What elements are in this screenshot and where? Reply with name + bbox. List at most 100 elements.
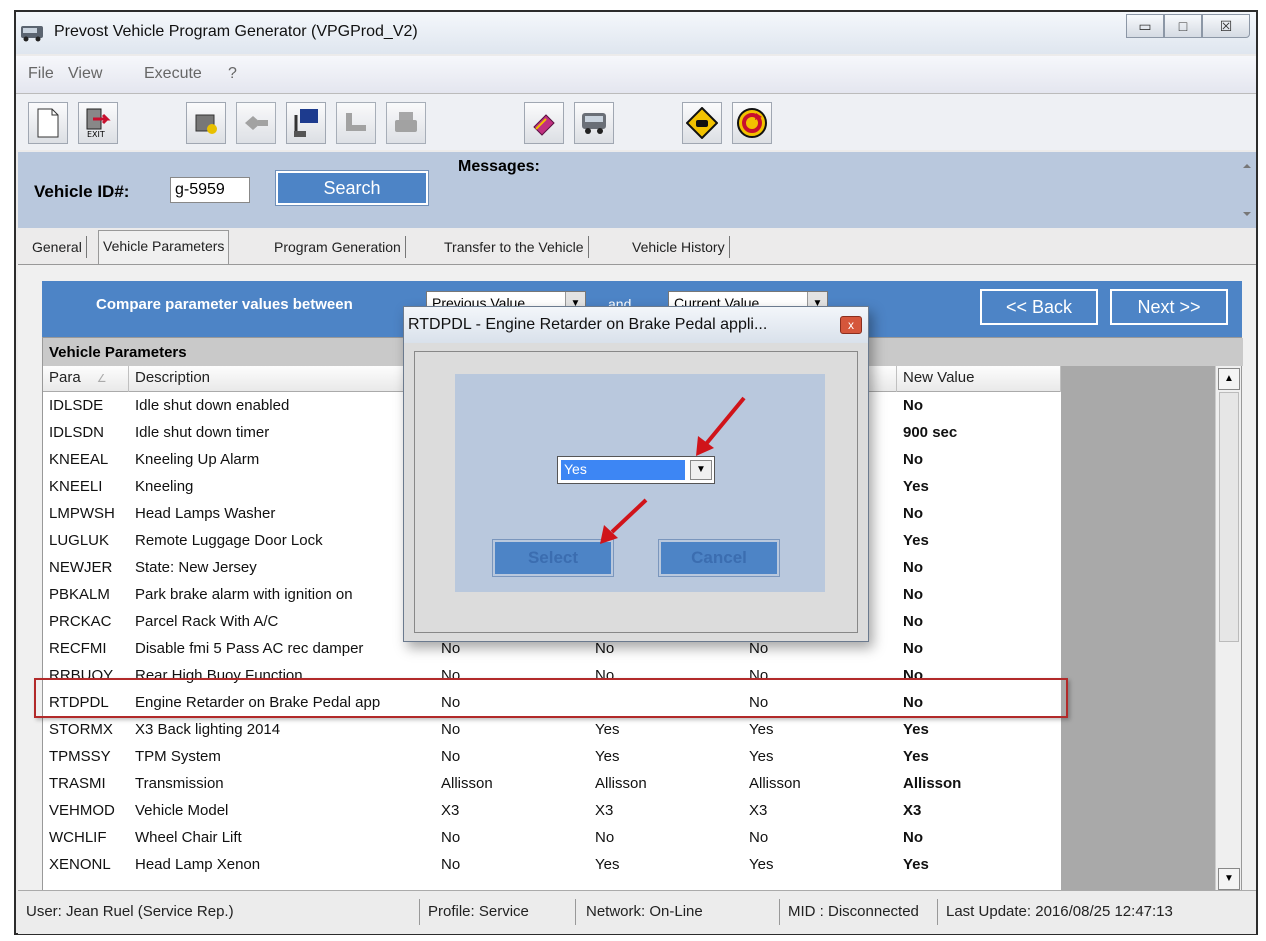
new-document-button[interactable] bbox=[28, 102, 68, 144]
cell-new-value: No bbox=[903, 451, 923, 468]
cell-description: TPM System bbox=[135, 748, 221, 765]
cell-value-b: Yes bbox=[595, 748, 620, 765]
search-button[interactable]: Search bbox=[275, 170, 429, 206]
cell-description: Park brake alarm with ignition on bbox=[135, 586, 353, 603]
refresh-button[interactable] bbox=[732, 102, 772, 144]
tab-transfer-to-vehicle[interactable]: Transfer to the Vehicle bbox=[440, 236, 589, 258]
cell-value-b: Yes bbox=[595, 721, 620, 738]
title-bar: Prevost Vehicle Program Generator (VPGPr… bbox=[16, 12, 1256, 54]
cell-description: Rear High Buoy Function bbox=[135, 667, 303, 684]
cell-new-value: No bbox=[903, 397, 923, 414]
select-button[interactable]: Select bbox=[492, 539, 614, 577]
window-title: Prevost Vehicle Program Generator (VPGPr… bbox=[54, 23, 418, 40]
tab-vehicle-history[interactable]: Vehicle History bbox=[628, 236, 730, 258]
header-description[interactable]: Description bbox=[129, 366, 435, 392]
table-row[interactable]: TPMSSY TPM System No Yes Yes Yes bbox=[43, 743, 1061, 770]
tab-general[interactable]: General bbox=[28, 236, 87, 258]
cell-description: X3 Back lighting 2014 bbox=[135, 721, 281, 738]
download-icon bbox=[294, 109, 318, 137]
seat-button[interactable] bbox=[336, 102, 376, 144]
cell-value-c: Yes bbox=[749, 721, 774, 738]
cell-value-b: No bbox=[595, 829, 615, 846]
cell-value-a: No bbox=[441, 856, 461, 873]
print-button[interactable] bbox=[386, 102, 426, 144]
cell-new-value: Yes bbox=[903, 721, 929, 738]
dialog-close-button[interactable]: x bbox=[840, 316, 862, 334]
grid-empty-area bbox=[1061, 366, 1215, 892]
table-row[interactable]: WCHLIF Wheel Chair Lift No No No No bbox=[43, 824, 1061, 851]
program-button[interactable] bbox=[186, 102, 226, 144]
tab-program-generation[interactable]: Program Generation bbox=[270, 236, 406, 258]
connect-button[interactable] bbox=[236, 102, 276, 144]
cell-new-value: Yes bbox=[903, 532, 929, 549]
next-button[interactable]: Next >> bbox=[1110, 289, 1228, 325]
cell-new-value: No bbox=[903, 505, 923, 522]
tab-strip: General Vehicle Parameters Program Gener… bbox=[18, 230, 1256, 264]
menu-execute[interactable]: Execute bbox=[144, 65, 202, 83]
connect-icon bbox=[245, 116, 268, 130]
table-row[interactable]: RTDPDL Engine Retarder on Brake Pedal app… bbox=[43, 689, 1061, 716]
table-row[interactable]: RRBUOY Rear High Buoy Function No No No No bbox=[43, 662, 1061, 689]
road-sign-button[interactable] bbox=[682, 102, 722, 144]
scroll-up-icon[interactable]: ▲ bbox=[1218, 368, 1240, 390]
cell-new-value: No bbox=[903, 829, 923, 846]
table-row[interactable]: VEHMOD Vehicle Model X3 X3 X3 X3 bbox=[43, 797, 1061, 824]
road-sign-icon bbox=[686, 107, 718, 139]
cell-value-a: No bbox=[441, 667, 461, 684]
cell-value-a: No bbox=[441, 748, 461, 765]
refresh-icon bbox=[737, 108, 767, 138]
menu-bar: File View Execute ? bbox=[16, 56, 1256, 94]
cell-value-c: No bbox=[749, 694, 769, 711]
header-para[interactable]: Para ∠ bbox=[43, 366, 129, 392]
cell-new-value: No bbox=[903, 667, 923, 684]
messages-label: Messages: bbox=[458, 158, 540, 175]
tab-vehicle-parameters[interactable]: Vehicle Parameters bbox=[98, 230, 230, 264]
cell-description: Engine Retarder on Brake Pedal app bbox=[135, 694, 381, 711]
value-select[interactable]: Yes ▼ bbox=[557, 456, 715, 484]
book-button[interactable] bbox=[524, 102, 564, 144]
program-icon bbox=[195, 114, 217, 134]
cell-value-a: No bbox=[441, 694, 461, 711]
svg-text:EXIT: EXIT bbox=[87, 130, 105, 139]
cell-new-value: Yes bbox=[903, 748, 929, 765]
close-button[interactable]: ☒ bbox=[1202, 14, 1250, 38]
cell-new-value: 900 sec bbox=[903, 424, 958, 441]
cell-new-value: No bbox=[903, 694, 923, 711]
header-new-value[interactable]: New Value bbox=[897, 366, 1061, 392]
status-profile: Profile: Service bbox=[422, 899, 576, 925]
table-row[interactable]: XENONL Head Lamp Xenon No Yes Yes Yes bbox=[43, 851, 1061, 878]
back-button[interactable]: << Back bbox=[980, 289, 1098, 325]
exit-button[interactable]: EXIT bbox=[78, 102, 118, 144]
maximize-button[interactable]: □ bbox=[1164, 14, 1202, 38]
table-row[interactable]: TRASMI Transmission Allisson Allisson Alliss… bbox=[43, 770, 1061, 797]
bus-button[interactable] bbox=[574, 102, 614, 144]
vehicle-id-input[interactable]: g-5959 bbox=[170, 177, 250, 203]
minimize-button[interactable]: ▭ bbox=[1126, 14, 1164, 38]
scroll-thumb[interactable] bbox=[1219, 392, 1239, 642]
dialog-title-bar: RTDPDL - Engine Retarder on Brake Pedal … bbox=[404, 307, 868, 343]
value-dialog: RTDPDL - Engine Retarder on Brake Pedal … bbox=[403, 306, 869, 642]
messages-scroll-arrows-icon[interactable] bbox=[1238, 152, 1256, 228]
cell-para: PBKALM bbox=[49, 586, 110, 603]
cell-para: TPMSSY bbox=[49, 748, 111, 765]
cell-description: Idle shut down enabled bbox=[135, 397, 290, 414]
menu-help[interactable]: ? bbox=[228, 65, 237, 83]
exit-icon: EXIT bbox=[86, 108, 111, 139]
status-user: User: Jean Ruel (Service Rep.) bbox=[20, 899, 420, 925]
cell-new-value: No bbox=[903, 613, 923, 630]
table-row[interactable]: STORMX X3 Back lighting 2014 No Yes Yes Yes bbox=[43, 716, 1061, 743]
scroll-down-icon[interactable]: ▼ bbox=[1218, 868, 1240, 890]
download-button[interactable] bbox=[286, 102, 326, 144]
value-select-current: Yes bbox=[561, 460, 685, 480]
cell-para: RECFMI bbox=[49, 640, 107, 657]
menu-file[interactable]: File bbox=[28, 65, 54, 83]
new-document-icon bbox=[37, 108, 59, 138]
chevron-down-icon[interactable]: ▼ bbox=[690, 460, 712, 480]
grid-scrollbar[interactable]: ▲ ▼ bbox=[1215, 366, 1241, 892]
menu-view[interactable]: View bbox=[68, 65, 102, 83]
cell-value-a: Allisson bbox=[441, 775, 493, 792]
cancel-button[interactable]: Cancel bbox=[658, 539, 780, 577]
cell-para: KNEEAL bbox=[49, 451, 109, 468]
cell-para: NEWJER bbox=[49, 559, 113, 576]
cell-description: Idle shut down timer bbox=[135, 424, 270, 441]
